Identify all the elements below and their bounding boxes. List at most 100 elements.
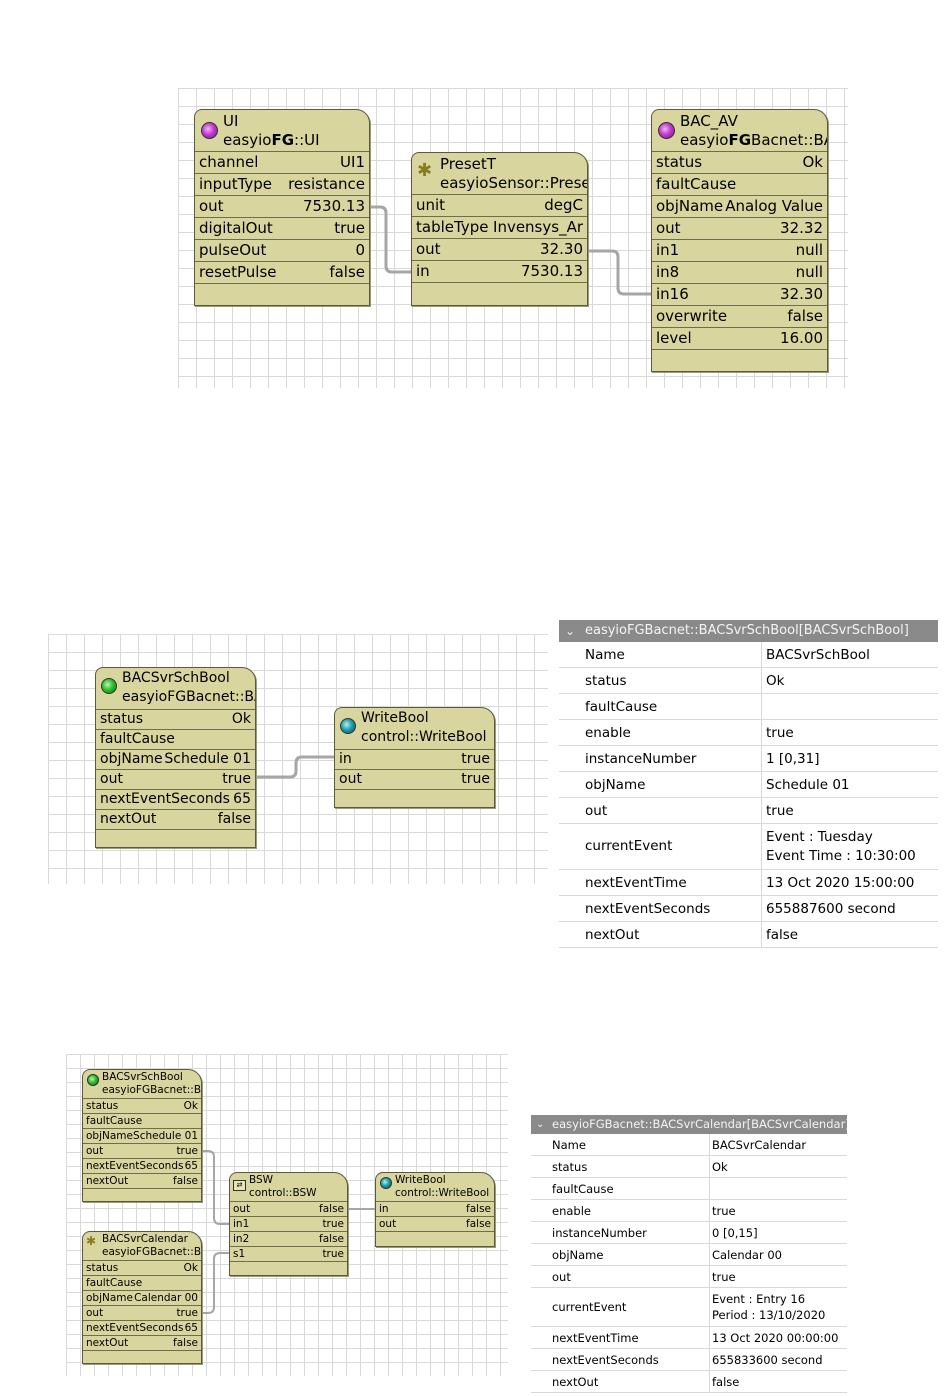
property-sheet-header[interactable]: ⌄ easyioFGBacnet::BACSvrSchBool[BACSvrSc… xyxy=(559,620,938,642)
slot-out[interactable]: out false xyxy=(376,1216,494,1231)
node-type: control::WriteBool xyxy=(361,729,487,745)
slot-out[interactable]: out 7530.13 xyxy=(195,195,369,217)
slot-status[interactable]: status Ok xyxy=(652,151,827,173)
node-title: BACSvrSchBool xyxy=(122,670,230,686)
property-row[interactable]: out true xyxy=(531,1265,847,1288)
slot-in16[interactable]: in16 32.30 xyxy=(652,283,827,305)
status-bulb-purple-icon xyxy=(658,122,675,139)
property-sheet-header[interactable]: ⌄ easyioFGBacnet::BACSvrCalendar[BACSvrC… xyxy=(531,1115,847,1134)
slot-in8[interactable]: in8 null xyxy=(652,261,827,283)
property-row[interactable]: faultCause xyxy=(531,1177,847,1200)
slot-nextout[interactable]: nextOut false xyxy=(83,1335,201,1350)
slot-in[interactable]: in false xyxy=(376,1201,494,1216)
slot-faultcause[interactable]: faultCause xyxy=(83,1275,201,1290)
node-title: PresetT xyxy=(440,155,496,173)
property-row[interactable]: nextOut false xyxy=(531,1370,847,1393)
slot-objname[interactable]: objName Analog Value xyxy=(652,195,827,217)
bsw-node[interactable]: ⇄ BSW control::BSW out false in1 true in2 f… xyxy=(229,1172,348,1276)
property-row[interactable]: Name BACSvrCalendar xyxy=(531,1134,847,1156)
chevron-down-icon[interactable]: ⌄ xyxy=(536,1115,544,1134)
slot-pulseout[interactable]: pulseOut 0 xyxy=(195,239,369,261)
slot-out[interactable]: out true xyxy=(335,769,494,789)
property-row[interactable]: nextEventTime 13 Oct 2020 15:00:00 xyxy=(559,869,938,896)
slot-in1[interactable]: in1 true xyxy=(230,1216,347,1231)
slot-out[interactable]: out false xyxy=(230,1201,347,1216)
slot-status[interactable]: status Ok xyxy=(96,709,255,729)
slot-objname[interactable]: objName Schedule 01 xyxy=(83,1128,201,1143)
property-row[interactable]: status Ok xyxy=(531,1155,847,1178)
property-row[interactable]: instanceNumber 0 [0,15] xyxy=(531,1221,847,1244)
slot-channel[interactable]: channel UI1 xyxy=(195,151,369,173)
node-type: easyioFGBacnet::BA xyxy=(102,1246,201,1258)
node-footer xyxy=(83,1350,201,1363)
slot-nexteventseconds[interactable]: nextEventSeconds 65 xyxy=(83,1158,201,1173)
slot-unit[interactable]: unit degC xyxy=(412,194,587,216)
slot-faultcause[interactable]: faultCause xyxy=(96,729,255,749)
calendar-node-small[interactable]: ✱ BACSvrCalendar easyioFGBacnet::BA stat… xyxy=(82,1231,202,1364)
slot-level[interactable]: level 16.00 xyxy=(652,327,827,349)
writebool-node-small[interactable]: WriteBool control::WriteBool in false out… xyxy=(375,1172,495,1247)
node-type: easyioFGBacnet::BA xyxy=(102,1084,201,1096)
property-row[interactable]: Name BACSvrSchBool xyxy=(559,642,938,668)
property-row[interactable]: nextEventTime 13 Oct 2020 00:00:00 xyxy=(531,1326,847,1349)
slot-out[interactable]: out true xyxy=(83,1143,201,1158)
property-row[interactable]: currentEvent Event : Tuesday Event Time : … xyxy=(559,823,938,870)
node-type: control::WriteBool xyxy=(395,1187,490,1199)
slot-in1[interactable]: in1 null xyxy=(652,239,827,261)
slot-out[interactable]: out 32.32 xyxy=(652,217,827,239)
node-header: WriteBool control::WriteBool xyxy=(376,1173,494,1201)
bacav-node[interactable]: BAC_AV easyioFGBacnet::BA status Ok fault… xyxy=(651,109,828,372)
property-row[interactable]: objName Schedule 01 xyxy=(559,771,938,798)
slot-out[interactable]: out 32.30 xyxy=(412,238,587,260)
property-row[interactable]: faultCause xyxy=(559,693,938,720)
slot-in[interactable]: in true xyxy=(335,749,494,769)
slot-nextout[interactable]: nextOut false xyxy=(83,1173,201,1188)
slot-out[interactable]: out true xyxy=(83,1305,201,1320)
node-footer xyxy=(652,349,827,370)
slot-faultcause[interactable]: faultCause xyxy=(652,173,827,195)
node-footer xyxy=(376,1231,494,1244)
property-row[interactable]: enable true xyxy=(531,1199,847,1222)
property-row[interactable]: enable true xyxy=(559,719,938,746)
slot-inputtype[interactable]: inputType resistance xyxy=(195,173,369,195)
property-row[interactable]: instanceNumber 1 [0,31] xyxy=(559,745,938,772)
property-row[interactable]: objName Calendar 00 xyxy=(531,1243,847,1266)
property-row[interactable]: nextOut false xyxy=(559,921,938,948)
slot-in[interactable]: in 7530.13 xyxy=(412,260,587,282)
node-header: ✱ PresetT easyioSensor::Prese xyxy=(412,153,587,194)
slot-s1[interactable]: s1 true xyxy=(230,1246,347,1261)
schbool-node-small[interactable]: BACSvrSchBool easyioFGBacnet::BA status O… xyxy=(82,1069,202,1202)
writebool-node[interactable]: WriteBool control::WriteBool in true out t… xyxy=(334,707,495,808)
ui-node[interactable]: UI easyioFG::UI channel UI1 inputType resi… xyxy=(194,109,370,306)
slot-status[interactable]: status Ok xyxy=(83,1098,201,1113)
slot-nexteventseconds[interactable]: nextEventSeconds 65 xyxy=(96,789,255,809)
slot-objname[interactable]: objName Calendar 00 xyxy=(83,1290,201,1305)
property-row[interactable]: out true xyxy=(559,797,938,824)
node-footer xyxy=(335,789,494,807)
slot-nextout[interactable]: nextOut false xyxy=(96,809,255,829)
slot-faultcause[interactable]: faultCause xyxy=(83,1113,201,1128)
slot-overwrite[interactable]: overwrite false xyxy=(652,305,827,327)
node-header: UI easyioFG::UI xyxy=(195,110,369,151)
property-table: Name BACSvrCalendar status Ok faultCause e… xyxy=(531,1134,847,1393)
property-row[interactable]: nextEventSeconds 655833600 second xyxy=(531,1348,847,1371)
node-title: BSW xyxy=(249,1174,274,1186)
node-title: BACSvrCalendar xyxy=(102,1233,188,1245)
slot-in2[interactable]: in2 false xyxy=(230,1231,347,1246)
preset-node[interactable]: ✱ PresetT easyioSensor::Prese unit degC t… xyxy=(411,152,588,306)
node-header: WriteBool control::WriteBool xyxy=(335,708,494,749)
slot-status[interactable]: status Ok xyxy=(83,1260,201,1275)
property-row[interactable]: nextEventSeconds 655887600 second xyxy=(559,895,938,922)
status-bulb-teal-icon xyxy=(340,718,356,734)
slot-tabletype[interactable]: tableType Invensys_Ar xyxy=(412,216,587,238)
slot-out[interactable]: out true xyxy=(96,769,255,789)
property-row[interactable]: status Ok xyxy=(559,667,938,694)
slot-nexteventseconds[interactable]: nextEventSeconds 65 xyxy=(83,1320,201,1335)
slot-digitalout[interactable]: digitalOut true xyxy=(195,217,369,239)
slot-resetpulse[interactable]: resetPulse false xyxy=(195,261,369,283)
chevron-down-icon[interactable]: ⌄ xyxy=(565,620,575,642)
slot-objname[interactable]: objName Schedule 01 xyxy=(96,749,255,769)
node-header: ⇄ BSW control::BSW xyxy=(230,1173,347,1201)
property-row[interactable]: currentEvent Event : Entry 16 Period : 13/… xyxy=(531,1287,847,1327)
schbool-node[interactable]: BACSvrSchBool easyioFGBacnet::BA status O… xyxy=(95,667,256,848)
